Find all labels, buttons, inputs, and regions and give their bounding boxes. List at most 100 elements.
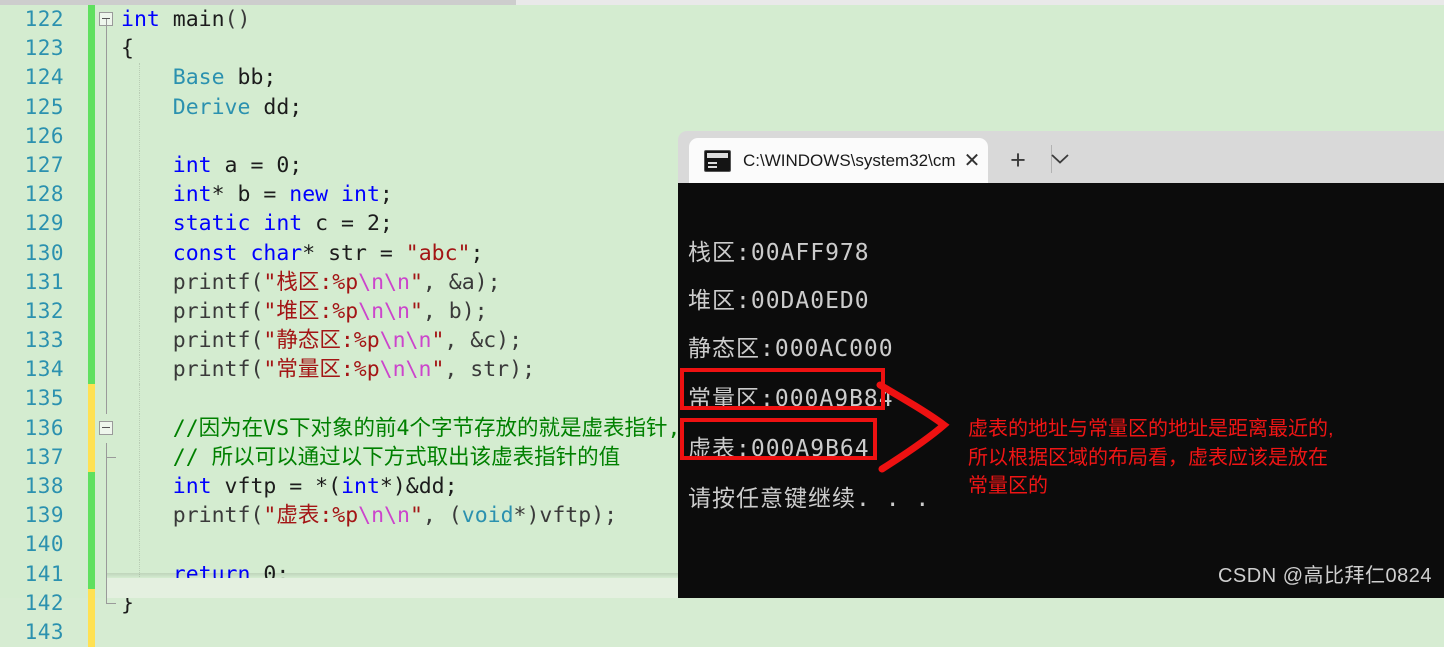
indent-guide xyxy=(139,326,140,356)
fold-column[interactable] xyxy=(95,618,119,647)
code-token: c = 2; xyxy=(302,211,393,237)
terminal-output-line: 请按任意键继续. . . xyxy=(688,486,931,512)
change-indicator-bar xyxy=(88,92,95,122)
indent-guide xyxy=(139,209,140,239)
line-number: 137 xyxy=(24,444,64,469)
indent-guide xyxy=(139,180,140,210)
code-line[interactable]: 125 Derive dd; xyxy=(0,92,1444,122)
code-token: ; xyxy=(379,182,393,208)
indent-guide xyxy=(139,442,140,472)
terminal-output-area[interactable]: 栈区:00AFF978 堆区:00DA0ED0 静态区:000AC000 常量区:00… xyxy=(678,183,1444,598)
change-indicator-bar xyxy=(88,472,95,502)
fold-guide-line xyxy=(106,209,107,239)
fold-column[interactable] xyxy=(95,384,119,414)
code-token: * b = xyxy=(211,182,290,208)
code-token: , b); xyxy=(422,298,488,324)
indent-guide xyxy=(139,121,140,151)
fold-column[interactable] xyxy=(95,530,119,560)
terminal-output-line: 堆区:00DA0ED0 xyxy=(688,288,870,314)
fold-column[interactable] xyxy=(95,414,119,443)
line-number: 143 xyxy=(24,619,64,644)
change-indicator-bar xyxy=(88,267,95,297)
fold-column[interactable] xyxy=(95,355,119,385)
fold-guide-line xyxy=(106,150,107,181)
new-tab-button[interactable]: + xyxy=(1002,145,1034,175)
fold-guide-line xyxy=(106,238,107,268)
fold-column[interactable] xyxy=(95,267,119,297)
chevron-down-icon[interactable] xyxy=(1038,143,1082,175)
code-line[interactable]: 143 xyxy=(0,617,1444,647)
fold-guide-line xyxy=(106,326,107,356)
fold-guide-line xyxy=(106,442,116,472)
line-number: 125 xyxy=(24,94,64,119)
change-indicator-bar xyxy=(88,442,95,472)
change-indicator-bar xyxy=(88,180,95,210)
fold-guide-line xyxy=(106,180,107,210)
code-token: new int xyxy=(289,182,380,208)
code-token: printf( xyxy=(121,503,264,529)
line-number: 135 xyxy=(24,386,64,411)
indent-guide xyxy=(139,355,140,385)
fold-column[interactable] xyxy=(95,326,119,356)
change-indicator-bar xyxy=(88,501,95,531)
code-token: ; xyxy=(470,240,484,266)
code-token: , ( xyxy=(422,503,462,529)
collapse-toggle-icon[interactable] xyxy=(99,420,113,435)
code-token: , &c); xyxy=(444,328,523,354)
fold-column[interactable] xyxy=(95,472,119,502)
code-token: \n\n xyxy=(358,269,410,295)
code-token: () xyxy=(224,7,251,32)
code-token: " xyxy=(431,328,445,354)
line-number: 123 xyxy=(24,36,64,61)
code-token: printf( xyxy=(121,269,264,295)
code-token: bb; xyxy=(224,65,277,91)
fold-column[interactable] xyxy=(95,63,119,93)
fold-column[interactable] xyxy=(95,501,119,531)
fold-column[interactable] xyxy=(95,209,119,239)
code-token: int xyxy=(341,474,380,499)
code-line[interactable]: 122 int main() xyxy=(0,5,1444,35)
fold-column[interactable] xyxy=(95,34,119,64)
code-token: //因为在VS下对象的前4个字节存放的就是虚表指针, xyxy=(121,415,681,441)
fold-column[interactable] xyxy=(95,92,119,122)
fold-guide-line xyxy=(106,355,107,385)
line-number: 134 xyxy=(24,357,64,382)
fold-column[interactable] xyxy=(95,5,119,34)
close-icon[interactable]: ✕ xyxy=(956,138,988,183)
fold-guide-line xyxy=(106,296,107,327)
line-number: 130 xyxy=(24,240,64,265)
code-token: // 所以可以通过以下方式取出该虚表指针的值 xyxy=(121,444,621,470)
terminal-titlebar[interactable]: C:\WINDOWS\system32\cmd. ✕ + xyxy=(678,131,1444,183)
code-line[interactable]: 124 Base bb; xyxy=(0,63,1444,93)
code-token: void xyxy=(461,503,514,529)
fold-guide-line xyxy=(106,63,107,93)
code-token: Base xyxy=(121,65,225,91)
code-text[interactable]: { xyxy=(119,34,1444,63)
indent-guide xyxy=(139,472,140,502)
change-indicator-bar xyxy=(88,296,95,327)
line-number: 122 xyxy=(24,7,64,31)
line-number: 142 xyxy=(24,590,64,615)
code-token: static int xyxy=(121,211,303,237)
code-token: int xyxy=(121,152,212,178)
change-indicator-bar xyxy=(88,559,95,589)
fold-column[interactable] xyxy=(95,121,119,151)
indent-guide xyxy=(139,501,140,531)
change-indicator-bar xyxy=(88,530,95,560)
line-number: 138 xyxy=(24,474,64,498)
code-token: , &a); xyxy=(422,269,501,295)
code-line[interactable]: 123 { xyxy=(0,34,1444,64)
fold-column[interactable] xyxy=(95,442,119,472)
fold-column[interactable] xyxy=(95,296,119,327)
code-token: " xyxy=(409,503,423,529)
fold-column[interactable] xyxy=(95,150,119,181)
code-text[interactable]: Base bb; xyxy=(119,63,1444,93)
code-token: Derive xyxy=(121,94,251,120)
terminal-tab[interactable]: C:\WINDOWS\system32\cmd. ✕ xyxy=(689,138,988,183)
code-text[interactable]: int main() xyxy=(119,5,1444,34)
code-token: printf( xyxy=(121,357,264,383)
fold-column[interactable] xyxy=(95,180,119,210)
fold-column[interactable] xyxy=(95,238,119,268)
code-token: main xyxy=(159,7,225,32)
code-text[interactable]: Derive dd; xyxy=(119,92,1444,122)
